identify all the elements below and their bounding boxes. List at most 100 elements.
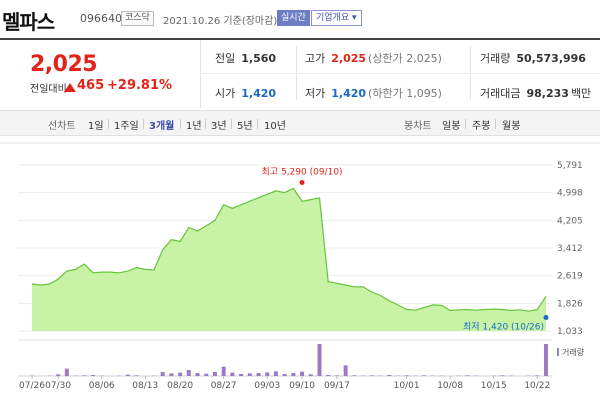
volume-bar — [273, 371, 278, 376]
period-3y[interactable]: 3년 — [211, 117, 227, 132]
volume-bar — [422, 375, 427, 376]
stock-name: 멜파스 — [2, 10, 55, 34]
stat-prev-close: 전일 1,560 — [215, 52, 277, 65]
realtime-button[interactable]: 실시간 — [277, 10, 310, 26]
y-tick-label: 4,205 — [557, 216, 583, 226]
x-tick-label: 08/06 — [89, 381, 115, 391]
volume-bar — [134, 375, 139, 376]
x-tick-label: 08/20 — [167, 381, 193, 391]
line-chart-label: 선차트 — [48, 121, 76, 132]
volume-bar — [125, 374, 130, 376]
volume-bar — [221, 366, 226, 376]
period-1y[interactable]: 1년 — [186, 117, 202, 132]
x-tick-label: 10/01 — [394, 381, 420, 391]
volume-bar — [544, 344, 548, 376]
y-tick-label: 1,826 — [557, 299, 583, 309]
period-1d[interactable]: 1일 — [88, 117, 104, 132]
x-tick-label: 07/26 — [19, 381, 45, 391]
volume-bar — [56, 374, 61, 376]
change-amount: 465 — [77, 78, 105, 93]
y-tick-label: 5,791 — [557, 161, 583, 171]
volume-bar — [204, 373, 209, 376]
x-tick-label: 09/17 — [324, 381, 350, 391]
volume-bar — [535, 375, 540, 376]
high-marker — [299, 179, 305, 185]
x-tick-label: 09/10 — [289, 381, 315, 391]
volume-legend-swatch — [557, 348, 559, 356]
stat-trade-value: 거래대금 98,233 백만 — [480, 87, 592, 100]
period-divider — [108, 119, 109, 129]
x-tick-label: 10/22 — [524, 381, 550, 391]
candle-weekly[interactable]: 주봉 — [472, 117, 490, 132]
volume-bar — [291, 373, 296, 376]
volume-bar — [465, 375, 470, 376]
volume-bar — [500, 375, 505, 376]
volume-bar — [160, 372, 165, 376]
base-date: 2021.10.26 기준(장마감) — [163, 16, 278, 27]
volume-bar — [352, 375, 357, 376]
y-tick-label: 3,412 — [557, 244, 583, 254]
stat-low: 저가 1,420 (하한가 1,095) — [305, 87, 442, 100]
x-tick-label: 08/27 — [211, 381, 237, 391]
x-tick-label: 09/03 — [254, 381, 280, 391]
change-label: 전일대비 — [30, 84, 67, 95]
market-badge: 코스닥 — [121, 11, 154, 26]
volume-bar — [186, 370, 191, 376]
y-tick-label: 1,033 — [557, 327, 583, 337]
stat-volume: 거래량 50,573,996 — [480, 52, 586, 65]
period-divider — [495, 119, 496, 129]
period-divider — [205, 119, 206, 129]
period-divider — [231, 119, 232, 129]
low-marker — [543, 314, 549, 320]
volume-bar — [169, 373, 174, 376]
volume-bar — [64, 368, 69, 376]
volume-bar — [334, 375, 339, 376]
chart-period-bar: 선차트 1일 1주일 3개월 1년 3년 5년 10년 봉차트 일봉 주봉 월봉 — [0, 110, 600, 136]
high-annotation: 최고 5,290 (09/10) — [262, 166, 343, 177]
volume-bar — [178, 372, 183, 376]
current-price-panel: 2,025 전일대비 465 +29.81% — [0, 40, 200, 108]
volume-bar — [212, 372, 217, 376]
volume-bar — [195, 373, 200, 376]
volume-bar — [300, 371, 305, 376]
volume-bar — [82, 375, 87, 376]
candle-daily[interactable]: 일봉 — [442, 117, 460, 132]
stat-high: 고가 2,025 (상한가 2,025) — [305, 52, 442, 65]
period-5y[interactable]: 5년 — [237, 117, 253, 132]
volume-bar — [239, 374, 244, 376]
volume-bar — [282, 374, 287, 376]
stat-row-divider — [200, 73, 600, 74]
volume-bar — [265, 372, 270, 376]
y-tick-label: 2,619 — [557, 272, 583, 282]
candle-monthly[interactable]: 월봉 — [502, 117, 520, 132]
volume-bar — [369, 375, 374, 376]
current-price: 2,025 — [30, 52, 98, 77]
change-rate: +29.81% — [107, 78, 173, 93]
volume-bar — [90, 375, 95, 376]
period-divider — [180, 119, 181, 129]
volume-bar — [404, 375, 409, 376]
period-divider — [465, 119, 466, 129]
company-info-dropdown[interactable]: 기업개요 ▾ — [311, 10, 362, 26]
x-tick-label: 10/08 — [437, 381, 463, 391]
period-10y[interactable]: 10년 — [264, 117, 286, 132]
x-tick-label: 08/13 — [132, 381, 158, 391]
volume-bar — [387, 375, 392, 376]
volume-bar — [230, 372, 235, 376]
stat-open: 시가 1,420 — [215, 87, 277, 100]
up-arrow-icon — [64, 83, 76, 92]
volume-bar — [308, 374, 313, 376]
period-1w[interactable]: 1주일 — [114, 117, 139, 132]
volume-bar — [247, 373, 252, 376]
period-divider — [257, 119, 258, 129]
y-tick-label: 4,998 — [557, 189, 583, 199]
price-chart: 5,791 4,998 4,205 3,412 2,619 1,826 1,033 최고 5,… — [0, 142, 600, 391]
stock-title-bar: 멜파스 096640 코스닥 2021.10.26 기준(장마감) 실시간 기업… — [0, 0, 600, 38]
x-tick-label: 10/15 — [481, 381, 507, 391]
low-annotation: 최저 1,420 (10/26) — [463, 321, 544, 332]
candle-chart-label: 봉차트 — [404, 121, 432, 132]
stock-code: 096640 — [80, 12, 122, 25]
period-3m[interactable]: 3개월 — [149, 117, 174, 132]
volume-bar — [256, 373, 261, 376]
x-tick-label: 07/30 — [45, 381, 71, 391]
